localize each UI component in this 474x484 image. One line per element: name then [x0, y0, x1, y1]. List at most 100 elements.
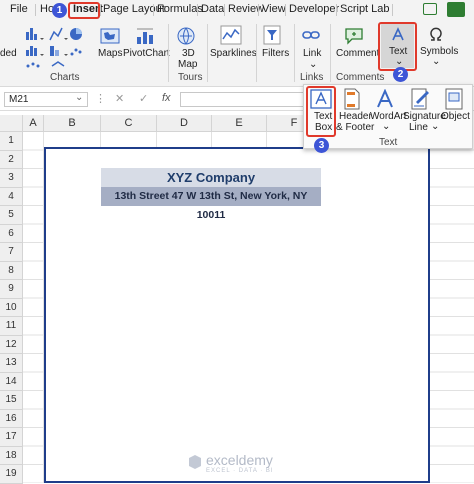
- row-header[interactable]: 1: [0, 132, 23, 151]
- 3d-map-label-2[interactable]: Map: [178, 59, 197, 70]
- wordart-dropdown-icon[interactable]: ⌄: [382, 121, 390, 132]
- ribbon-separator: [168, 24, 169, 82]
- group-label-tours: Tours: [178, 72, 203, 83]
- text-box-highlight: [306, 86, 336, 137]
- title-cell[interactable]: XYZ Company: [101, 168, 321, 187]
- company-address: 13th Street 47 W 13th St, New York, NY 1…: [114, 190, 308, 221]
- row-header[interactable]: 18: [0, 446, 23, 465]
- row-header[interactable]: 11: [0, 317, 23, 336]
- column-header[interactable]: D: [157, 115, 212, 132]
- menu-separator: [153, 4, 154, 16]
- enter-icon[interactable]: ✓: [139, 92, 148, 105]
- row-header[interactable]: 16: [0, 409, 23, 428]
- row-header[interactable]: 2: [0, 150, 23, 169]
- sparklines-label[interactable]: Sparklines: [210, 48, 257, 59]
- sparklines-icon[interactable]: [220, 25, 242, 45]
- address-cell[interactable]: 13th Street 47 W 13th St, New York, NY 1…: [101, 187, 321, 221]
- menu-data[interactable]: Data: [201, 3, 224, 15]
- ribbon-separator: [294, 24, 295, 82]
- 3d-map-label-1[interactable]: 3D: [182, 48, 195, 59]
- symbols-dropdown-icon[interactable]: ⌄: [432, 56, 440, 67]
- menu-separator: [285, 4, 286, 16]
- ded-label: ded: [0, 48, 17, 59]
- menu-separator: [100, 4, 101, 16]
- step-badge-3: 3: [314, 138, 329, 153]
- menu-separator: [336, 4, 337, 16]
- signature-line-dropdown-icon[interactable]: ⌄: [431, 121, 439, 132]
- row-header[interactable]: 19: [0, 465, 23, 484]
- group-label-comments: Comments: [336, 72, 385, 83]
- row-header[interactable]: 4: [0, 187, 23, 206]
- pivotchart-label[interactable]: PivotChart: [123, 48, 170, 59]
- filters-label[interactable]: Filters: [262, 48, 289, 59]
- signature-line-label-2[interactable]: Line: [409, 122, 428, 133]
- menu-separator: [35, 4, 36, 16]
- ribbon-separator: [256, 24, 257, 82]
- more-icon: ⋮: [95, 93, 106, 105]
- menu-script-lab[interactable]: Script Lab: [340, 3, 390, 15]
- column-header[interactable]: B: [44, 115, 101, 132]
- select-all-corner[interactable]: [0, 115, 23, 132]
- column-header[interactable]: A: [23, 115, 44, 132]
- header-footer-label-1[interactable]: Header: [339, 111, 372, 122]
- row-header[interactable]: 17: [0, 428, 23, 447]
- row-header[interactable]: 3: [0, 169, 23, 188]
- row-header[interactable]: 8: [0, 261, 23, 280]
- 3d-map-icon[interactable]: [177, 27, 195, 45]
- chart-icons-group[interactable]: [24, 24, 90, 72]
- maps-icon[interactable]: [100, 27, 120, 45]
- name-box-value: M21: [9, 94, 29, 105]
- link-icon[interactable]: [302, 27, 320, 43]
- watermark-name: exceldemy: [206, 452, 273, 468]
- menu-separator: [224, 4, 225, 16]
- watermark-logo-icon: [189, 455, 201, 469]
- comments-icon[interactable]: [423, 3, 437, 15]
- step-badge-2: 2: [393, 67, 408, 82]
- header-footer-icon[interactable]: [343, 88, 361, 110]
- signature-line-label-1[interactable]: Signature: [403, 111, 446, 122]
- insert-tab-highlight: [68, 2, 100, 19]
- signature-line-icon[interactable]: [411, 88, 431, 110]
- menu-formulas[interactable]: Formulas: [157, 3, 203, 15]
- wordart-icon[interactable]: [375, 89, 395, 109]
- dropdown-group-label: Text: [379, 137, 398, 148]
- menu-separator: [197, 4, 198, 16]
- pivotchart-icon[interactable]: [135, 27, 155, 45]
- symbols-icon[interactable]: [427, 26, 445, 44]
- row-header[interactable]: 6: [0, 224, 23, 243]
- row-header[interactable]: 12: [0, 335, 23, 354]
- menu-file[interactable]: File: [10, 3, 28, 15]
- menu-separator: [392, 4, 393, 16]
- group-label-links: Links: [300, 72, 324, 83]
- row-header[interactable]: 7: [0, 243, 23, 262]
- menu-view[interactable]: View: [262, 3, 286, 15]
- comment-icon[interactable]: [344, 27, 364, 45]
- link-dropdown-icon[interactable]: ⌄: [309, 59, 317, 70]
- name-box-dropdown-icon[interactable]: ⌄: [75, 92, 83, 103]
- fx-icon[interactable]: fx: [162, 92, 171, 104]
- watermark-tagline: EXCEL · DATA · BI: [206, 468, 274, 474]
- link-label[interactable]: Link: [303, 48, 321, 59]
- row-header[interactable]: 10: [0, 298, 23, 317]
- row-header[interactable]: 15: [0, 391, 23, 410]
- row-header[interactable]: 9: [0, 280, 23, 299]
- filters-icon[interactable]: [263, 25, 281, 45]
- header-footer-label-2[interactable]: & Footer: [336, 122, 374, 133]
- object-label[interactable]: Object: [441, 111, 470, 122]
- column-header[interactable]: E: [212, 115, 267, 132]
- row-header[interactable]: 5: [0, 206, 23, 225]
- cancel-icon[interactable]: ✕: [115, 92, 124, 105]
- object-icon[interactable]: [445, 88, 463, 110]
- column-header[interactable]: C: [101, 115, 157, 132]
- group-label-charts: Charts: [50, 72, 80, 83]
- text-button-highlight: [378, 22, 417, 71]
- menu-page-layout[interactable]: Page Layout: [103, 3, 165, 15]
- watermark: exceldemy EXCEL · DATA · BI: [188, 452, 298, 476]
- row-header[interactable]: 14: [0, 372, 23, 391]
- name-box[interactable]: M21 ⌄: [4, 92, 88, 107]
- menu-developer[interactable]: Developer: [289, 3, 339, 15]
- row-header[interactable]: 13: [0, 354, 23, 373]
- share-icon[interactable]: [447, 2, 465, 17]
- comment-label[interactable]: Comment: [336, 48, 379, 59]
- maps-label[interactable]: Maps: [98, 48, 122, 59]
